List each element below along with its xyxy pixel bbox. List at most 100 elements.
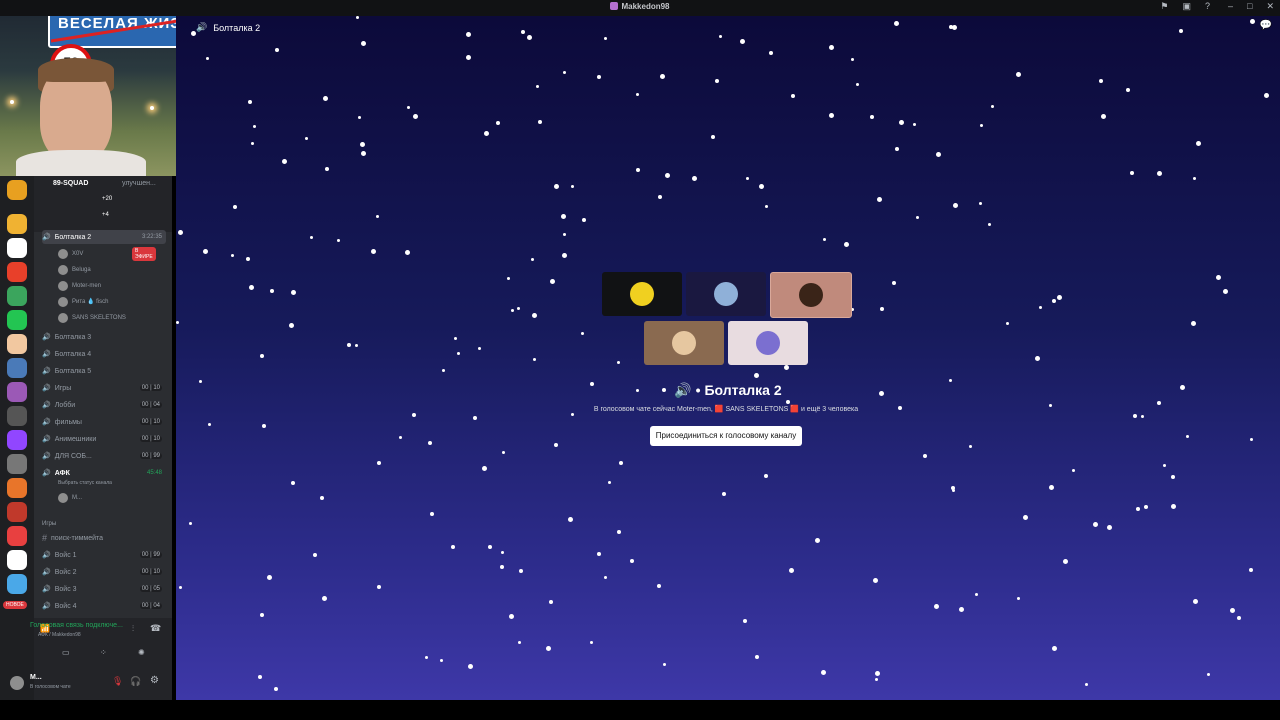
snowflake xyxy=(715,79,719,83)
server-icon[interactable] xyxy=(7,382,27,402)
server-icon[interactable] xyxy=(7,358,27,378)
user-limit: 00 | 99 xyxy=(139,453,162,459)
soundboard-icon[interactable]: ✺ xyxy=(138,648,145,657)
minimize-button[interactable]: – xyxy=(1228,1,1233,12)
participant-tile[interactable] xyxy=(770,272,852,318)
voice-channel[interactable]: 🔊 фильмы 00 | 10 xyxy=(42,415,166,429)
noise-icon[interactable]: ⫶ xyxy=(132,624,134,634)
channel-status[interactable]: Выбрать статус канала xyxy=(58,480,112,486)
voice-channel[interactable]: 🔊 Войс 4 00 | 04 xyxy=(42,599,166,613)
voice-channel[interactable]: 🔊 Болталка 4 xyxy=(42,347,166,361)
server-icon[interactable] xyxy=(7,478,27,498)
snowflake xyxy=(1107,525,1112,530)
settings-icon[interactable]: ⚙ xyxy=(150,675,159,686)
participant-tile[interactable] xyxy=(644,321,724,365)
member-count: +4 xyxy=(102,212,109,218)
snowflake xyxy=(1144,505,1148,509)
snowflake xyxy=(1249,568,1253,572)
server-icon[interactable] xyxy=(7,334,27,354)
snowflake xyxy=(895,147,899,151)
screen-share-icon[interactable]: ▭ xyxy=(62,648,70,657)
twitch-icon[interactable] xyxy=(7,430,27,450)
snowflake xyxy=(1099,79,1103,83)
server-icon[interactable] xyxy=(7,310,27,330)
snowflake xyxy=(663,663,666,666)
join-voice-button[interactable]: Присоединиться к голосовому каналу xyxy=(650,426,802,446)
voice-user[interactable]: SANS SKELETONS xyxy=(58,311,126,324)
voice-user[interactable]: М... xyxy=(58,491,82,504)
activity-icon[interactable]: ⁘ xyxy=(100,648,107,657)
server-icon[interactable] xyxy=(7,262,27,282)
user-status: В голосовом чате xyxy=(30,684,71,690)
voice-channel[interactable]: 🔊 Войс 1 00 | 99 xyxy=(42,548,166,562)
user-limit: 00 | 04 xyxy=(139,603,162,609)
snowflake xyxy=(916,216,919,219)
snowflake xyxy=(875,678,878,681)
stage-title-text: Болталка 2 xyxy=(704,382,782,398)
monitor-icon[interactable]: ▣ xyxy=(1182,1,1191,12)
server-icon[interactable] xyxy=(7,550,27,570)
voice-channel[interactable]: 🔊 Болталка 3 xyxy=(42,330,166,344)
channel-name: Войс 1 xyxy=(54,551,77,559)
voice-channel[interactable]: 🔊 Анимешники 00 | 10 xyxy=(42,432,166,446)
disconnect-icon[interactable]: ☎ xyxy=(150,623,161,634)
snowflake xyxy=(305,137,308,140)
user-avatar[interactable] xyxy=(10,676,24,690)
snowflake xyxy=(953,203,958,208)
voice-user[interactable]: Moter-men xyxy=(58,279,101,292)
voice-channel[interactable]: 🔊 ДЛЯ СОБ... 00 | 99 xyxy=(42,449,166,463)
voice-channel[interactable]: 🔊 Войс 3 00 | 05 xyxy=(42,582,166,596)
server-icon[interactable] xyxy=(7,574,27,594)
voice-user[interactable]: Beluga xyxy=(58,263,91,276)
snowflake xyxy=(975,593,978,596)
snowflake xyxy=(980,124,983,127)
snowflake xyxy=(323,96,328,101)
inbox-icon[interactable]: ⚑ xyxy=(1160,1,1168,12)
channel-active[interactable]: 🔊 Болталка 2 3:22:35 xyxy=(42,230,166,244)
chat-icon[interactable]: 💬 xyxy=(1260,20,1272,31)
channel-name: Болталка 4 xyxy=(54,350,92,358)
snowflake xyxy=(988,223,991,226)
voice-channel[interactable]: 🔊 Болталка 5 xyxy=(42,364,166,378)
server-icon[interactable] xyxy=(7,238,27,258)
server-icon[interactable] xyxy=(7,180,27,200)
category-header[interactable]: Игры xyxy=(42,517,166,531)
voice-channel[interactable]: 🔊 Игры 00 | 10 xyxy=(42,381,166,395)
server-icon[interactable] xyxy=(7,502,27,522)
participant-tile[interactable] xyxy=(602,272,682,316)
mute-icon[interactable]: 🎙 xyxy=(112,676,123,687)
snowflake xyxy=(1126,88,1130,92)
server-icon[interactable] xyxy=(7,406,27,426)
avatar xyxy=(58,312,68,323)
headphones-icon[interactable]: 🎧 xyxy=(130,676,141,687)
snowflake xyxy=(1171,504,1176,509)
snowflake xyxy=(1216,275,1221,280)
server-icon[interactable] xyxy=(7,214,27,234)
help-icon[interactable]: ? xyxy=(1205,1,1210,12)
maximize-button[interactable]: □ xyxy=(1247,1,1252,12)
avatar xyxy=(58,492,68,503)
close-button[interactable]: ✕ xyxy=(1266,1,1274,12)
snowflake xyxy=(936,152,941,157)
voice-user[interactable]: X0V В ЭФИРЕ xyxy=(58,246,156,261)
server-header[interactable]: 89-SQUAD улучшен... +20 +4 xyxy=(34,176,172,232)
snowflake xyxy=(371,249,376,254)
voice-channel[interactable]: 🔊 Лобби 00 | 04 xyxy=(42,398,166,412)
server-icon[interactable] xyxy=(7,454,27,474)
user-name: М... xyxy=(30,674,42,681)
participant-tile[interactable] xyxy=(728,321,808,365)
snowflake xyxy=(482,466,487,471)
voice-channel[interactable]: 🔊 Войс 2 00 | 10 xyxy=(42,565,166,579)
snowflake xyxy=(769,51,773,55)
text-channel[interactable]: # поиск-тиммейта xyxy=(42,531,166,545)
server-icon[interactable] xyxy=(7,286,27,306)
user-limit: 00 | 99 xyxy=(139,552,162,558)
participant-tile[interactable] xyxy=(686,272,766,316)
snowflake xyxy=(746,177,749,180)
channel-name: АФК xyxy=(54,469,70,477)
snowflake xyxy=(457,352,460,355)
channel-name: Лобби xyxy=(54,401,76,409)
afk-channel[interactable]: 🔊 АФК 45:48 xyxy=(42,466,166,480)
voice-user[interactable]: Рита 💧 fisch xyxy=(58,295,109,308)
server-icon[interactable] xyxy=(7,526,27,546)
